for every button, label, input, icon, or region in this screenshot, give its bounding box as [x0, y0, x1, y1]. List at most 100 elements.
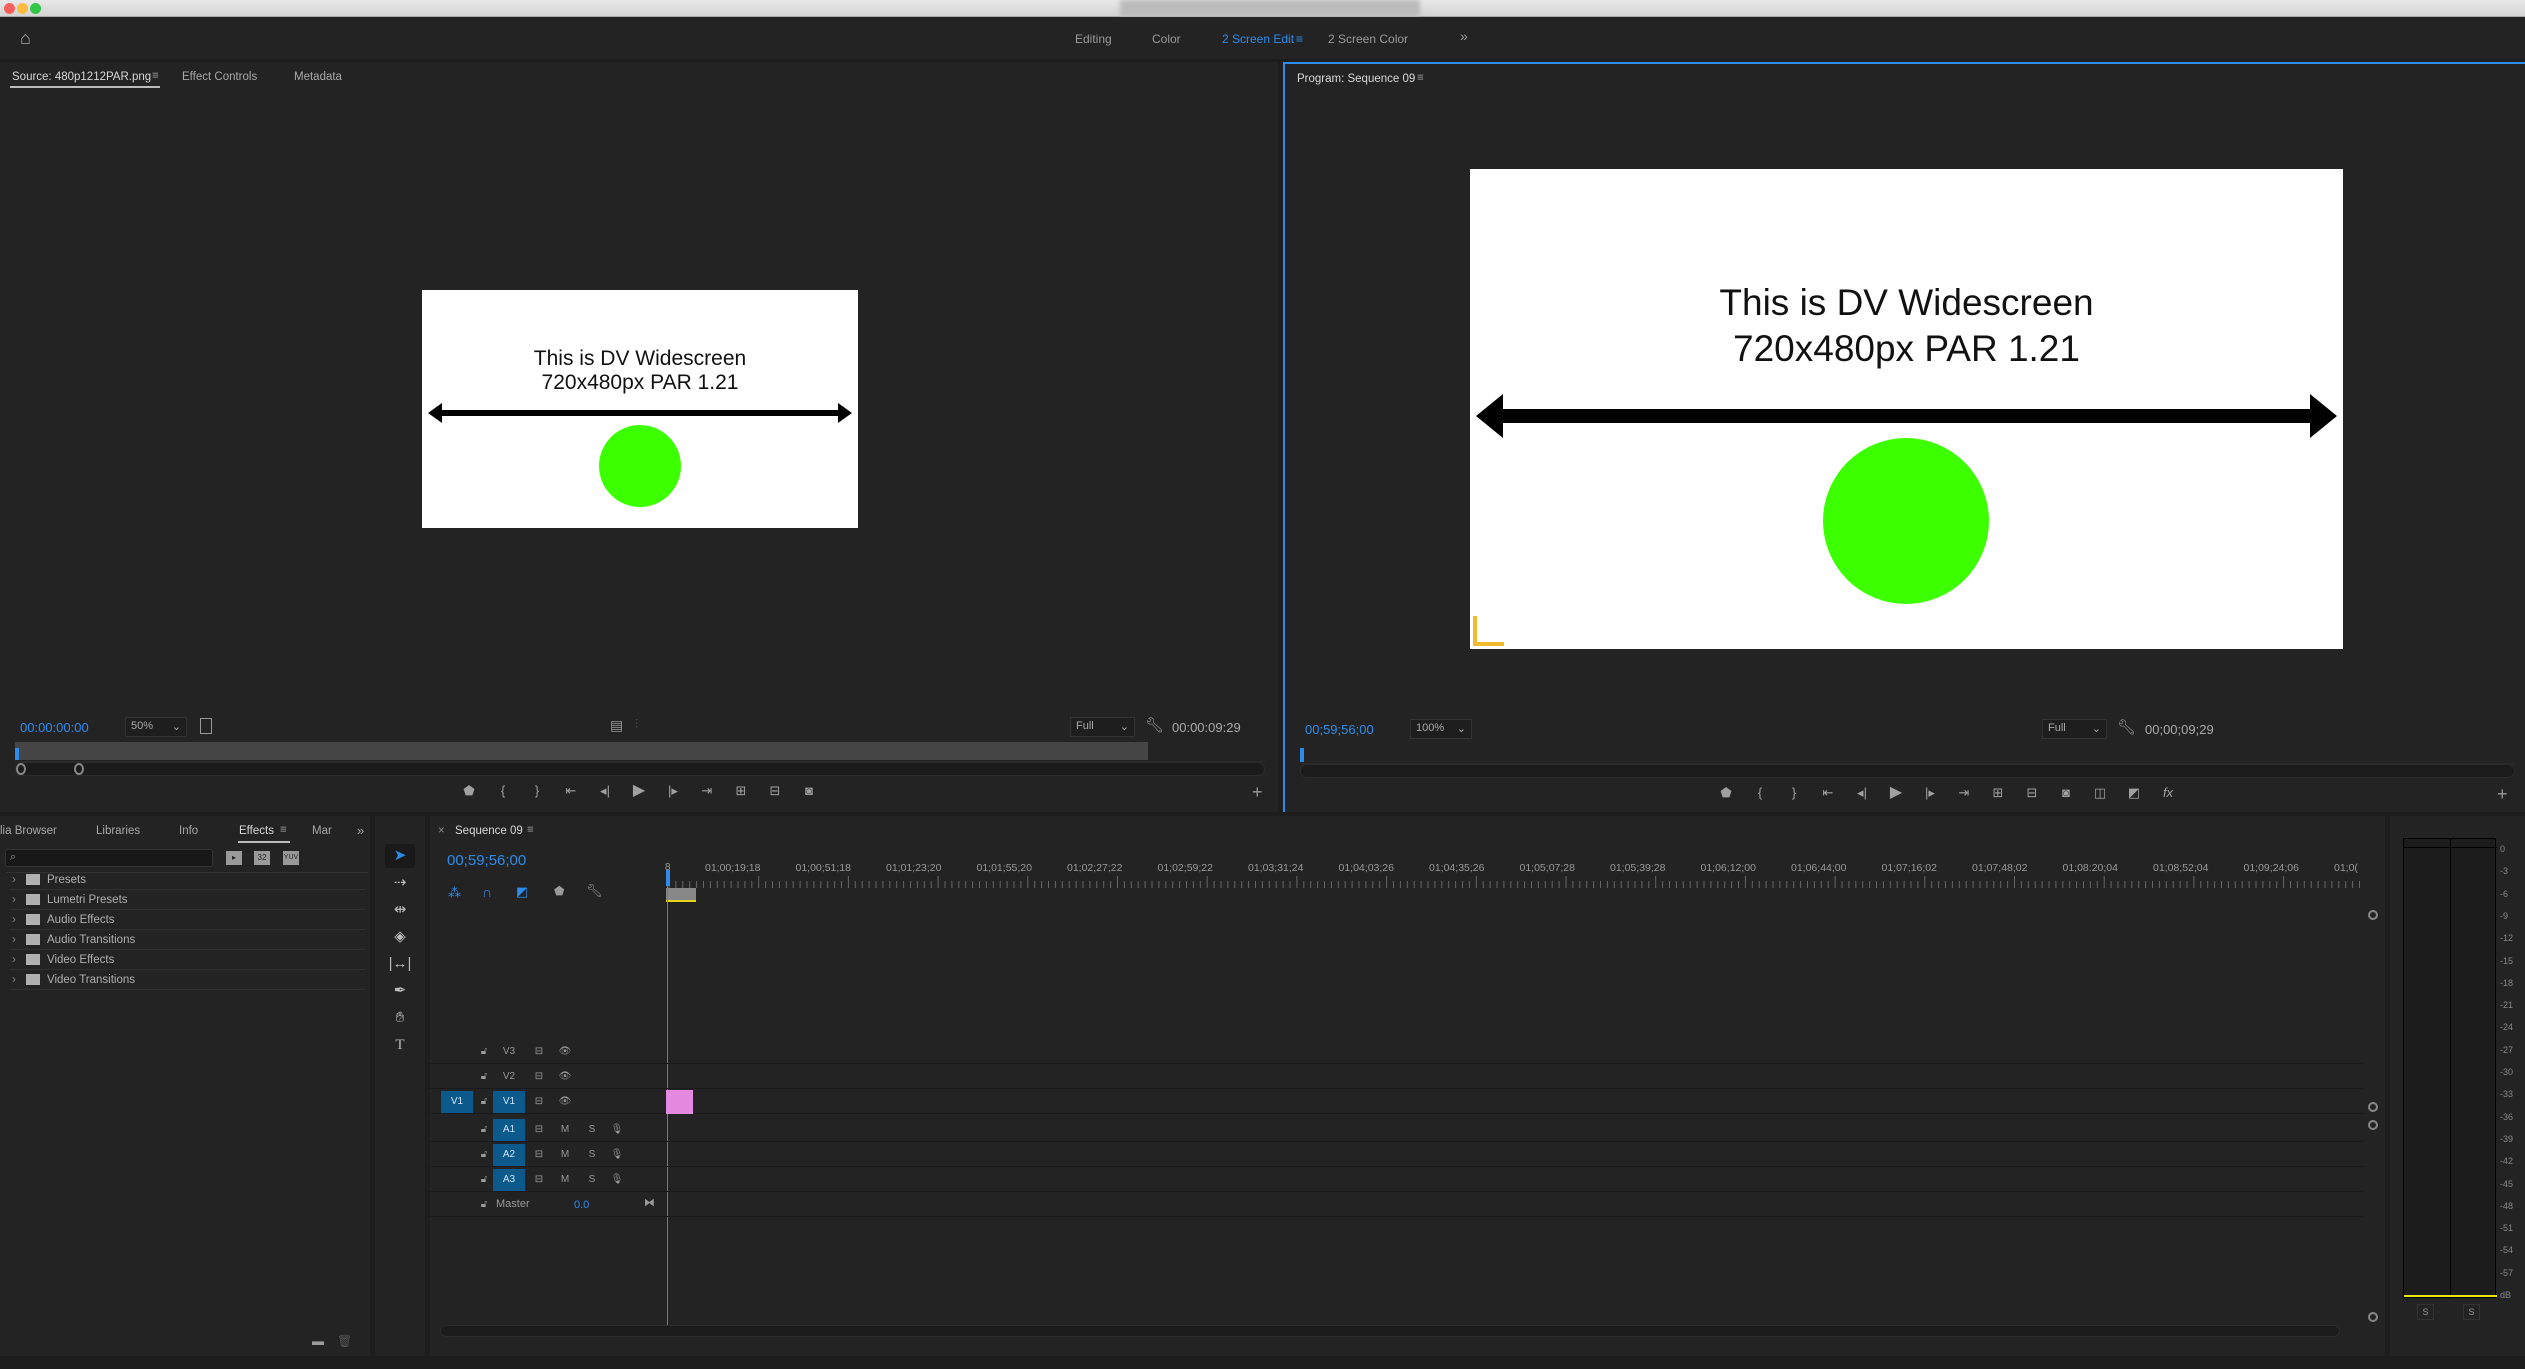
timeline-settings-icon[interactable]: 🔧︎: [586, 883, 603, 899]
more-panels-icon[interactable]: »: [357, 823, 364, 838]
toggle-proxies-icon[interactable]: ◩: [2125, 784, 2143, 802]
nest-icon[interactable]: ⁂: [448, 885, 461, 901]
comparison-view-icon[interactable]: ◫: [2091, 784, 2109, 802]
lock-icon[interactable]: 🔓︎: [476, 1144, 492, 1166]
mark-in-icon[interactable]: {: [494, 782, 512, 800]
effects-folder[interactable]: › Audio Effects: [10, 910, 365, 930]
export-frame-icon[interactable]: ◙: [2057, 784, 2075, 802]
solo-button[interactable]: S: [583, 1119, 601, 1141]
tab-source[interactable]: Source: 480p1212PAR.png: [12, 71, 151, 83]
panel-menu-icon[interactable]: ≡: [280, 824, 287, 836]
insert-icon[interactable]: ⊞: [732, 782, 750, 800]
home-icon[interactable]: ⌂: [20, 28, 31, 49]
timeline-vertical-scrollbar[interactable]: [2368, 910, 2378, 1330]
accelerated-effects-icon[interactable]: ▸: [226, 851, 242, 865]
solo-right-button[interactable]: S: [2463, 1304, 2480, 1320]
step-forward-icon[interactable]: |▸: [1921, 784, 1939, 802]
lock-icon[interactable]: 🔓︎: [476, 1041, 492, 1063]
add-marker-icon[interactable]: ⬟: [1717, 784, 1735, 802]
sync-lock-icon[interactable]: ⊟: [528, 1041, 550, 1063]
go-to-out-icon[interactable]: ⇥: [1955, 784, 1973, 802]
program-time-ruler[interactable]: [1300, 744, 2515, 764]
type-tool-icon[interactable]: T: [385, 1033, 415, 1057]
pen-tool-icon[interactable]: ✒: [385, 979, 415, 1003]
snap-icon[interactable]: ∩: [482, 884, 492, 900]
lift-icon[interactable]: ⊞: [1989, 784, 2007, 802]
safe-margins-icon[interactable]: [200, 718, 212, 734]
effects-folder[interactable]: › Presets: [10, 870, 365, 890]
track-target[interactable]: V3: [493, 1041, 525, 1063]
source-quality-dropdown[interactable]: Full ⌄: [1070, 717, 1135, 737]
timeline-timecode[interactable]: 00;59;56;00: [447, 852, 526, 869]
wrench-icon[interactable]: 🔧︎: [1145, 716, 1164, 734]
mark-out-icon[interactable]: }: [1785, 784, 1803, 802]
lock-icon[interactable]: 🔓︎: [476, 1119, 492, 1141]
step-back-icon[interactable]: ◂|: [1853, 784, 1871, 802]
program-playhead[interactable]: [1300, 748, 1304, 762]
lock-icon[interactable]: 🔓︎: [476, 1169, 492, 1191]
source-zoom-scrollbar[interactable]: [15, 762, 1265, 776]
source-zoom-dropdown[interactable]: 50% ⌄: [125, 717, 187, 737]
panel-menu-icon[interactable]: ≡: [152, 70, 159, 82]
track-target[interactable]: A3: [493, 1169, 525, 1191]
workspace-color[interactable]: Color: [1152, 32, 1181, 46]
step-back-icon[interactable]: ◂|: [596, 782, 614, 800]
extract-icon[interactable]: ⊟: [2023, 784, 2041, 802]
tab-libraries[interactable]: Libraries: [96, 825, 140, 837]
sync-lock-icon[interactable]: ⊟: [528, 1091, 550, 1113]
overwrite-icon[interactable]: ⊟: [766, 782, 784, 800]
yuv-effects-icon[interactable]: YUV: [283, 851, 299, 865]
razor-tool-icon[interactable]: ◈: [385, 925, 415, 949]
program-zoom-scrollbar[interactable]: [1300, 764, 2515, 778]
mark-in-icon[interactable]: {: [1751, 784, 1769, 802]
go-to-in-icon[interactable]: ⇤: [1819, 784, 1837, 802]
tab-media-browser[interactable]: lia Browser: [0, 825, 57, 837]
workspace-editing[interactable]: Editing: [1075, 32, 1112, 46]
delete-icon[interactable]: 🗑︎: [337, 1334, 352, 1348]
expand-chevron-icon[interactable]: ›: [12, 930, 16, 950]
drag-audio-icon[interactable]: ⫶: [635, 717, 638, 732]
fx-icon[interactable]: fx: [2159, 784, 2177, 802]
program-zoom-dropdown[interactable]: 100% ⌄: [1410, 719, 1472, 739]
step-forward-icon[interactable]: |▸: [664, 782, 682, 800]
program-timecode[interactable]: 00;59;56;00: [1305, 722, 1374, 737]
eye-icon[interactable]: 👁︎: [554, 1066, 576, 1088]
hand-tool-icon[interactable]: ✋︎: [385, 1006, 415, 1030]
minimize-window-button[interactable]: [17, 3, 28, 14]
voiceover-mic-icon[interactable]: 🎙︎: [608, 1144, 626, 1166]
sync-lock-icon[interactable]: ⊟: [528, 1066, 550, 1088]
effects-folder[interactable]: › Audio Transitions: [10, 930, 365, 950]
tab-info[interactable]: Info: [179, 825, 198, 837]
wrench-icon[interactable]: 🔧︎: [2117, 718, 2136, 736]
tab-effect-controls[interactable]: Effect Controls: [182, 71, 257, 83]
timeline-ruler-ticks[interactable]: [665, 876, 2375, 888]
expand-chevron-icon[interactable]: ›: [12, 970, 16, 990]
timeline-clip[interactable]: [666, 1090, 693, 1114]
expand-chevron-icon[interactable]: ›: [12, 890, 16, 910]
panel-menu-icon[interactable]: ≡: [1417, 72, 1424, 84]
mute-button[interactable]: M: [556, 1119, 574, 1141]
tab-program[interactable]: Program: Sequence 09: [1297, 73, 1415, 85]
selection-tool-icon[interactable]: ➤: [385, 844, 415, 868]
effects-folder[interactable]: › Lumetri Presets: [10, 890, 365, 910]
track-target[interactable]: V2: [493, 1066, 525, 1088]
expand-chevron-icon[interactable]: ›: [12, 910, 16, 930]
tab-markers[interactable]: Mar: [312, 825, 332, 837]
workspace-2-screen-color[interactable]: 2 Screen Color: [1328, 32, 1408, 46]
mute-button[interactable]: M: [556, 1144, 574, 1166]
new-bin-icon[interactable]: ▬: [312, 1334, 324, 1348]
slip-tool-icon[interactable]: |↔|: [385, 952, 415, 976]
zoom-window-button[interactable]: [30, 3, 41, 14]
voiceover-mic-icon[interactable]: 🎙︎: [608, 1169, 626, 1191]
close-sequence-icon[interactable]: ×: [438, 825, 445, 837]
source-playhead[interactable]: [15, 748, 19, 760]
solo-button[interactable]: S: [583, 1144, 601, 1166]
export-frame-icon[interactable]: ◙: [800, 782, 818, 800]
effects-folder[interactable]: › Video Effects: [10, 950, 365, 970]
play-icon[interactable]: ▶: [1887, 784, 1905, 802]
close-window-button[interactable]: [4, 3, 15, 14]
expand-chevron-icon[interactable]: ›: [12, 950, 16, 970]
track-target[interactable]: V1: [493, 1091, 525, 1113]
sync-lock-icon[interactable]: ⊟: [528, 1169, 550, 1191]
tab-sequence[interactable]: Sequence 09: [455, 825, 523, 837]
